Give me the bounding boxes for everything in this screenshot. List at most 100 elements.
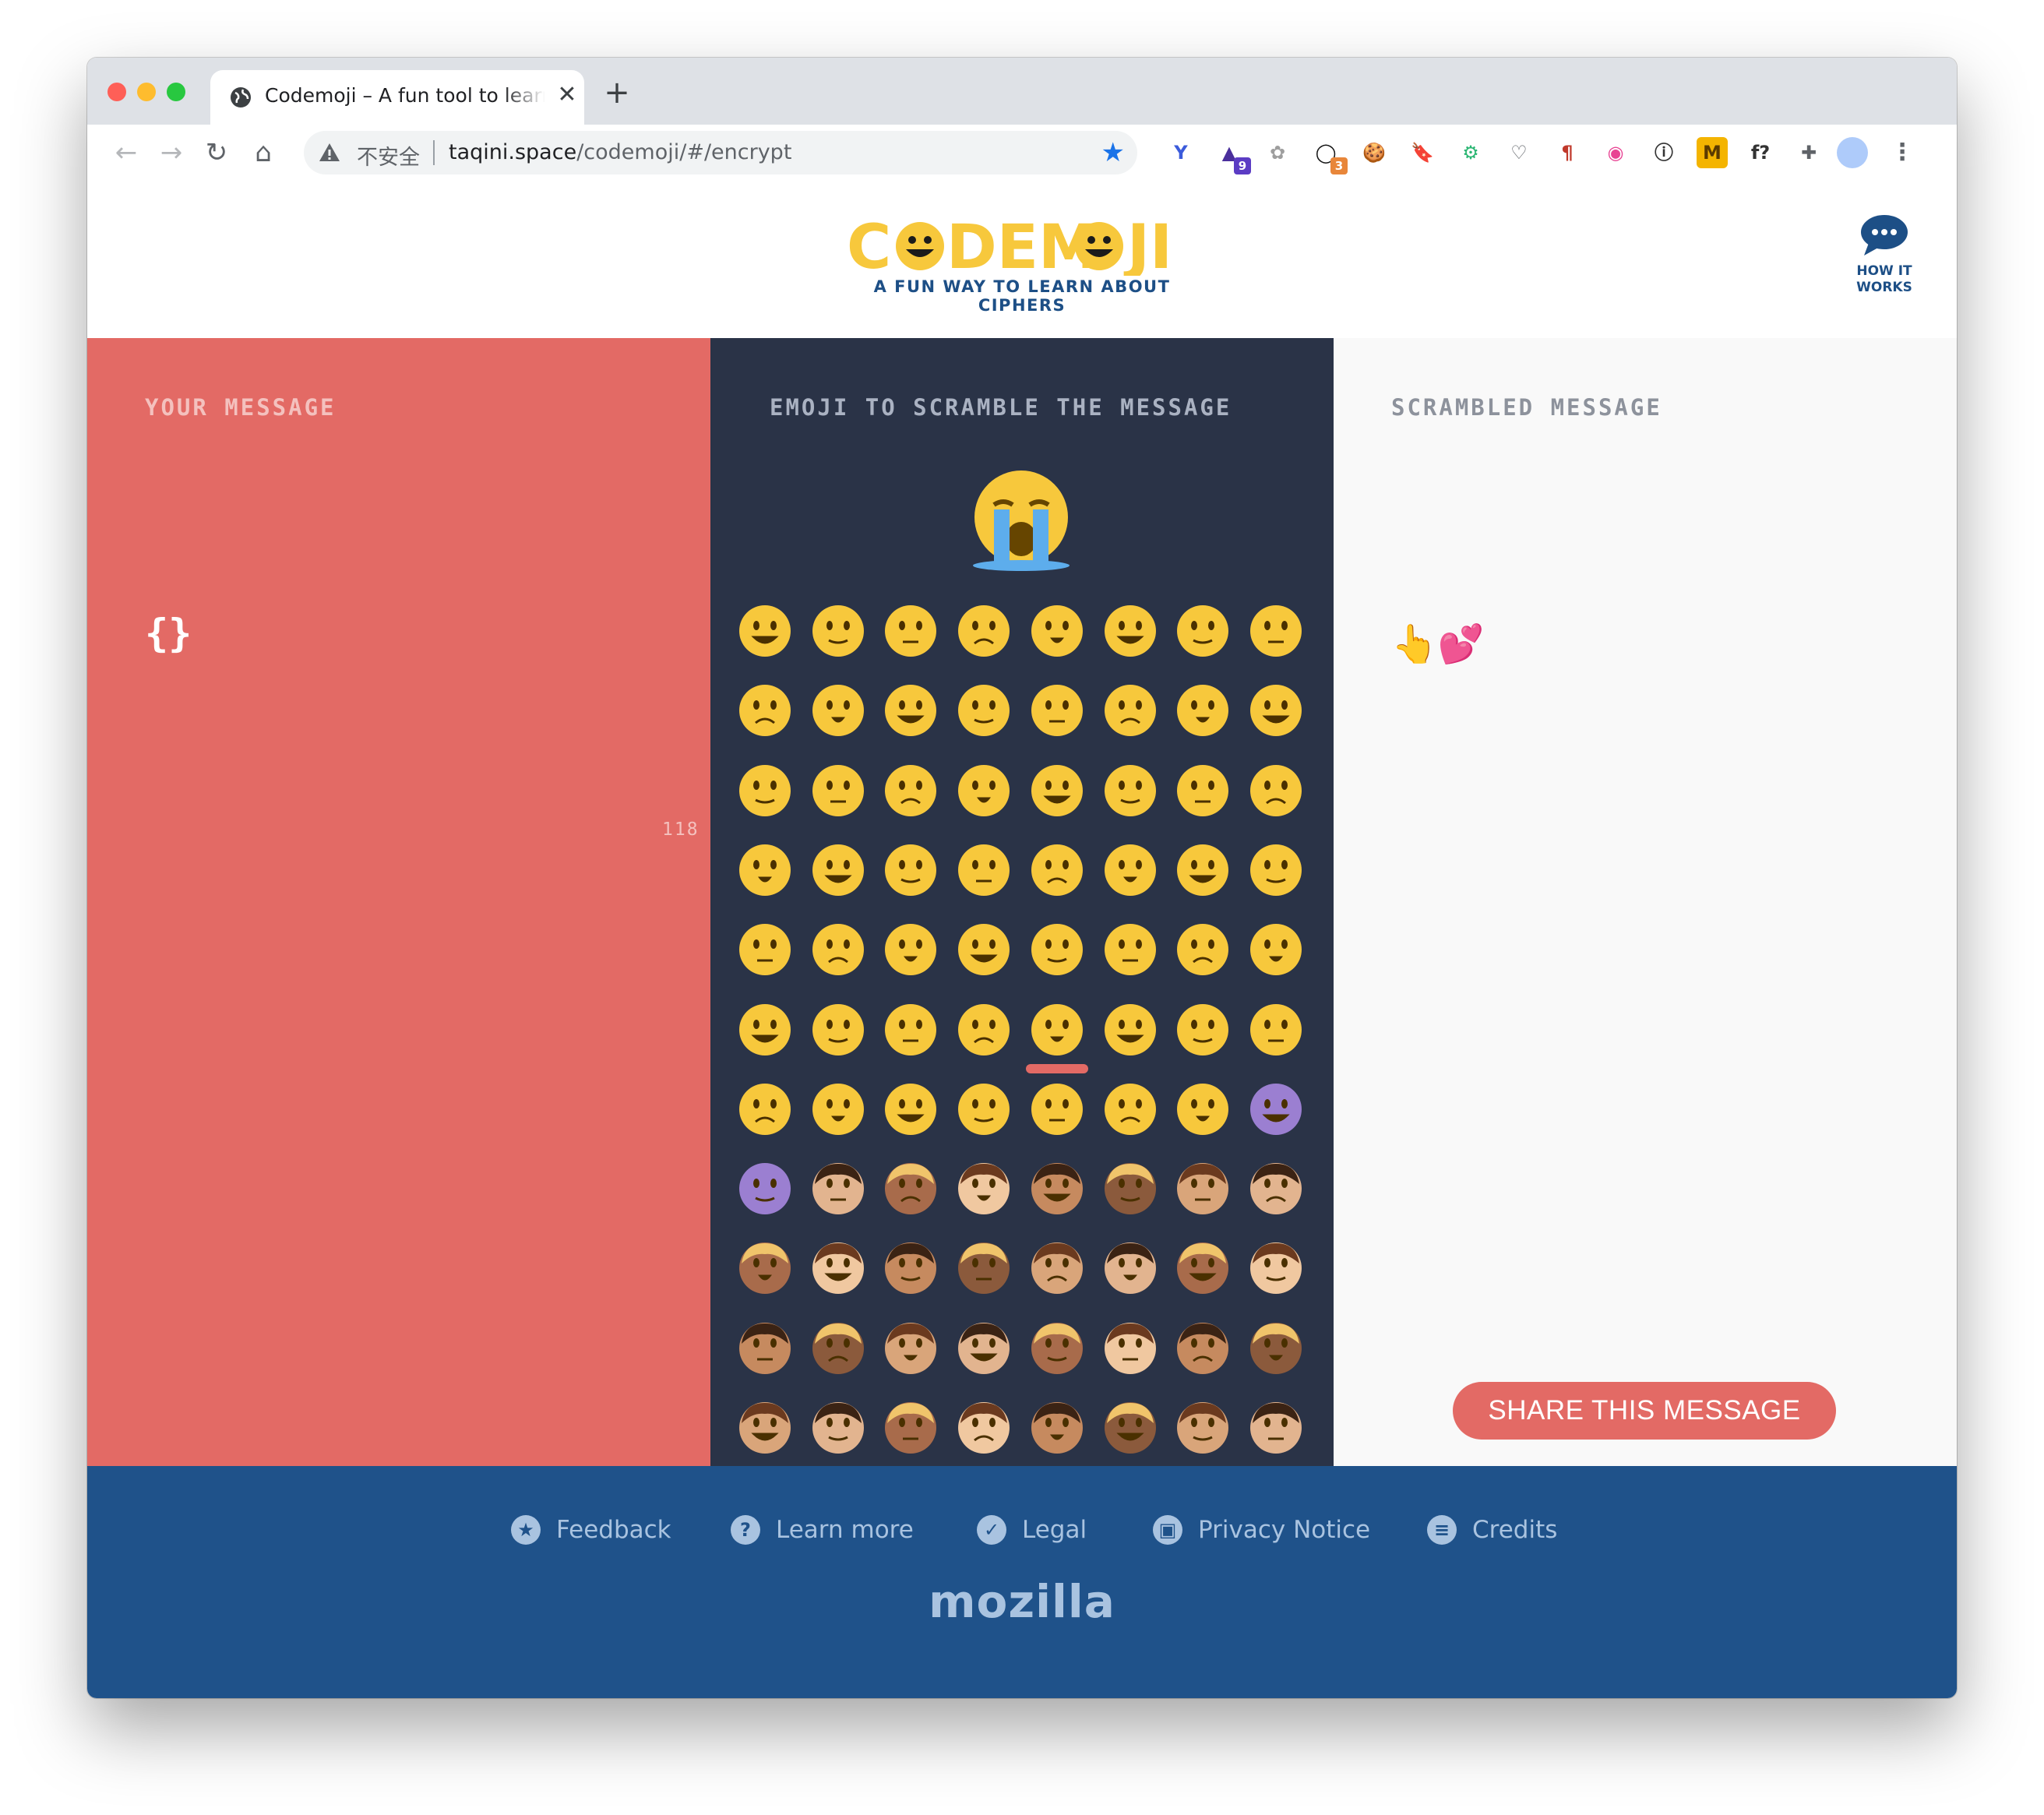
emoji-option[interactable] xyxy=(956,1081,1012,1137)
emoji-option[interactable] xyxy=(810,763,866,819)
emoji-option[interactable] xyxy=(883,603,939,659)
security-label[interactable]: 不安全 xyxy=(357,140,420,171)
emoji-option[interactable] xyxy=(810,1400,866,1456)
emoji-option[interactable] xyxy=(1029,763,1085,819)
emoji-option[interactable] xyxy=(956,1320,1012,1376)
emoji-option[interactable] xyxy=(810,1320,866,1376)
active-tab[interactable]: Codemoji – A fun tool to learn about cip… xyxy=(210,70,584,125)
emoji-option[interactable] xyxy=(1102,1400,1158,1456)
emoji-option[interactable] xyxy=(1102,922,1158,978)
emoji-option[interactable] xyxy=(1175,603,1231,659)
privacy-notice-link[interactable]: ▣ Privacy Notice xyxy=(1153,1513,1370,1547)
minimize-window-button[interactable] xyxy=(137,83,156,101)
emoji-option[interactable] xyxy=(737,1002,793,1058)
bookmark-star-icon[interactable]: ★ xyxy=(1101,137,1125,168)
emoji-option[interactable] xyxy=(1029,1240,1085,1296)
emoji-option[interactable] xyxy=(810,1240,866,1296)
emoji-option[interactable] xyxy=(810,842,866,898)
emoji-option[interactable] xyxy=(1102,1161,1158,1217)
emoji-option[interactable] xyxy=(1175,1161,1231,1217)
emoji-option[interactable] xyxy=(883,682,939,738)
feedback-link[interactable]: ★ Feedback xyxy=(511,1513,671,1547)
emoji-option[interactable] xyxy=(883,1081,939,1137)
emoji-option[interactable] xyxy=(1248,603,1304,659)
emoji-option[interactable] xyxy=(1102,1320,1158,1376)
emoji-option[interactable] xyxy=(1175,922,1231,978)
emoji-option[interactable] xyxy=(737,1161,793,1217)
emoji-option[interactable] xyxy=(1102,763,1158,819)
emoji-option[interactable] xyxy=(1102,682,1158,738)
emoji-option[interactable] xyxy=(883,1320,939,1376)
emoji-option[interactable] xyxy=(956,682,1012,738)
mozilla-logo[interactable]: mozilla xyxy=(87,1575,1957,1628)
emoji-option[interactable] xyxy=(1029,682,1085,738)
emoji-option[interactable] xyxy=(1175,842,1231,898)
ext-flower-icon[interactable]: ✿ xyxy=(1262,137,1293,168)
forward-button[interactable]: → xyxy=(154,136,189,170)
home-button[interactable]: ⌂ xyxy=(246,136,280,170)
emoji-option[interactable] xyxy=(883,842,939,898)
legal-link[interactable]: ✓ Legal xyxy=(977,1513,1087,1547)
ext-gear-icon[interactable]: ⚙ xyxy=(1455,137,1486,168)
emoji-option[interactable] xyxy=(956,842,1012,898)
close-tab-icon[interactable]: ✕ xyxy=(553,81,581,109)
emoji-option[interactable] xyxy=(956,1161,1012,1217)
emoji-option[interactable] xyxy=(883,763,939,819)
close-window-button[interactable] xyxy=(107,83,126,101)
ext-pilcrow-icon[interactable]: ¶ xyxy=(1552,137,1583,168)
emoji-option[interactable] xyxy=(1175,682,1231,738)
credits-link[interactable]: ≡ Credits xyxy=(1427,1513,1557,1547)
profile-avatar[interactable] xyxy=(1837,137,1868,168)
emoji-option[interactable] xyxy=(956,763,1012,819)
ext-ring-icon[interactable]: ◯ 3 xyxy=(1310,137,1348,174)
emoji-option[interactable] xyxy=(1248,1081,1304,1137)
emoji-option[interactable] xyxy=(883,1002,939,1058)
ext-info-icon[interactable]: ⓘ xyxy=(1648,137,1679,168)
emoji-option[interactable] xyxy=(1029,1081,1085,1137)
emoji-option[interactable] xyxy=(810,1081,866,1137)
emoji-option[interactable] xyxy=(737,763,793,819)
emoji-option[interactable] xyxy=(810,603,866,659)
emoji-option[interactable] xyxy=(956,1240,1012,1296)
emoji-option[interactable] xyxy=(810,922,866,978)
address-bar[interactable]: 不安全 taqini.space/codemoji/#/encrypt ★ xyxy=(304,131,1137,174)
emoji-option[interactable] xyxy=(883,922,939,978)
emoji-option[interactable] xyxy=(737,922,793,978)
emoji-option[interactable] xyxy=(737,603,793,659)
emoji-option[interactable] xyxy=(1248,1320,1304,1376)
emoji-option[interactable] xyxy=(737,682,793,738)
codemoji-logo[interactable]: C DEM JI xyxy=(847,213,1197,276)
emoji-option[interactable] xyxy=(1175,1081,1231,1137)
emoji-option[interactable] xyxy=(1248,1240,1304,1296)
new-tab-button[interactable]: + xyxy=(601,77,633,109)
emoji-option[interactable] xyxy=(1102,1081,1158,1137)
learn-more-link[interactable]: ? Learn more xyxy=(731,1513,914,1547)
emoji-option[interactable] xyxy=(1102,842,1158,898)
emoji-option[interactable] xyxy=(1248,763,1304,819)
reload-button[interactable]: ↻ xyxy=(199,136,234,170)
menu-icon[interactable]: ⋮ xyxy=(1887,137,1918,168)
ext-y-icon[interactable]: Y xyxy=(1165,137,1196,168)
emoji-option[interactable] xyxy=(1248,682,1304,738)
ext-graduation-icon[interactable]: ▲ 9 xyxy=(1214,137,1251,174)
emoji-option[interactable] xyxy=(956,1002,1012,1058)
emoji-option[interactable] xyxy=(883,1161,939,1217)
zoom-window-button[interactable] xyxy=(167,83,185,101)
emoji-option[interactable] xyxy=(1248,1002,1304,1058)
ext-m-icon[interactable]: M xyxy=(1697,137,1728,168)
emoji-option[interactable] xyxy=(1175,1240,1231,1296)
ext-bookmark-icon[interactable]: 🔖 xyxy=(1407,137,1438,168)
share-message-button[interactable]: SHARE THIS MESSAGE xyxy=(1453,1382,1836,1440)
emoji-option[interactable] xyxy=(1029,1400,1085,1456)
emoji-option[interactable] xyxy=(1029,922,1085,978)
emoji-option[interactable] xyxy=(956,1400,1012,1456)
emoji-option[interactable] xyxy=(1102,1002,1158,1058)
emoji-option[interactable] xyxy=(1248,922,1304,978)
emoji-option[interactable] xyxy=(1029,603,1085,659)
ext-cookie-icon[interactable]: 🍪 xyxy=(1359,137,1390,168)
emoji-option[interactable] xyxy=(1102,603,1158,659)
emoji-option[interactable] xyxy=(737,1081,793,1137)
emoji-option[interactable] xyxy=(1248,1161,1304,1217)
emoji-option[interactable] xyxy=(1029,1320,1085,1376)
emoji-option[interactable] xyxy=(1248,842,1304,898)
